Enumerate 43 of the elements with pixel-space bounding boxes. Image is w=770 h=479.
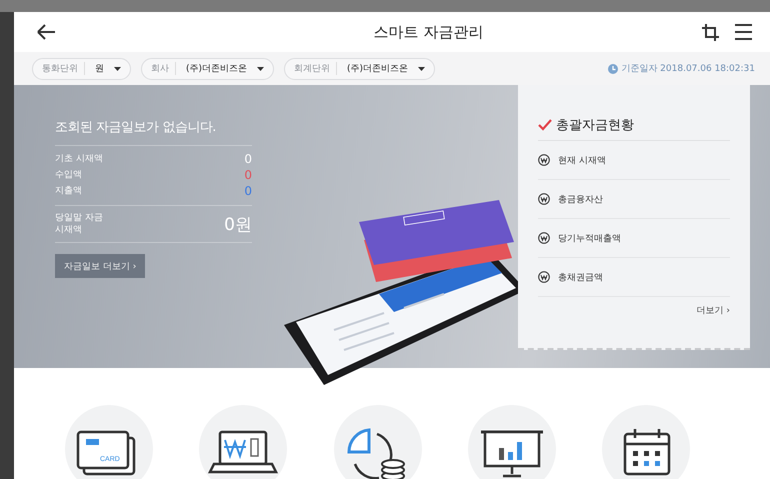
caret-icon[interactable] (418, 66, 426, 70)
caret-icon[interactable] (257, 66, 264, 70)
summary-item-label: 당기누적매출액 (558, 232, 621, 244)
amount-value: 0 (244, 151, 252, 167)
won-coin-icon[interactable] (538, 154, 550, 166)
amount-value: 0 (244, 183, 252, 199)
summary-item[interactable]: 당기누적매출액 (538, 219, 730, 258)
total-label: 당일말 자금 시재액 (55, 212, 104, 236)
won-coin-icon[interactable] (538, 232, 550, 244)
reference-date: 기준일자 2018.07.06 18:02:31 (621, 63, 755, 75)
amount-value: 0 (244, 167, 252, 183)
summary-item[interactable]: 총채권금액 (538, 258, 730, 297)
amount-label: 수입액 (55, 169, 82, 182)
more-link[interactable]: 더보기 › (696, 304, 730, 317)
summary-item[interactable]: 현재 시재액 (538, 141, 730, 180)
back-arrow-icon[interactable] (36, 22, 56, 42)
filter-value: (주)더존비즈온 (186, 63, 248, 75)
filter-label: 회사 (151, 62, 176, 75)
filter-dropdown[interactable]: 회계단위 (주)더존비즈온 (284, 58, 436, 80)
summary-item[interactable]: 총금융자산 (538, 180, 730, 219)
total-value: 0원 (224, 214, 252, 236)
caret-icon[interactable] (114, 66, 121, 70)
summary-item-label: 총채권금액 (558, 272, 603, 284)
check-icon[interactable] (538, 119, 552, 131)
summary-title: 총괄자금현황 (556, 117, 634, 134)
filter-value: (주)더존비즈온 (347, 63, 408, 75)
filter-label: 회계단위 (294, 62, 338, 75)
won-coin-icon[interactable] (538, 193, 550, 205)
filter-dropdown[interactable]: 통화단위 원 (32, 58, 131, 80)
won-coin-icon[interactable] (538, 271, 550, 283)
crop-icon[interactable] (701, 22, 720, 42)
page-title: 스마트 자금관리 (374, 22, 484, 42)
filter-label: 통화단위 (42, 62, 85, 75)
amount-label: 지출액 (55, 185, 82, 198)
empty-message: 조회된 자금일보가 없습니다. (55, 118, 252, 146)
menu-icon[interactable] (734, 22, 753, 42)
clock-icon[interactable] (608, 64, 618, 74)
filter-dropdown[interactable]: 회사 (주)더존비즈온 (141, 58, 274, 80)
summary-item-label: 현재 시재액 (558, 154, 606, 166)
amount-label: 기초 시재액 (55, 153, 103, 166)
more-report-button[interactable]: 자금일보 더보기 › (55, 254, 146, 278)
filter-value: 원 (95, 63, 104, 75)
summary-item-label: 총금융자산 (558, 194, 603, 206)
